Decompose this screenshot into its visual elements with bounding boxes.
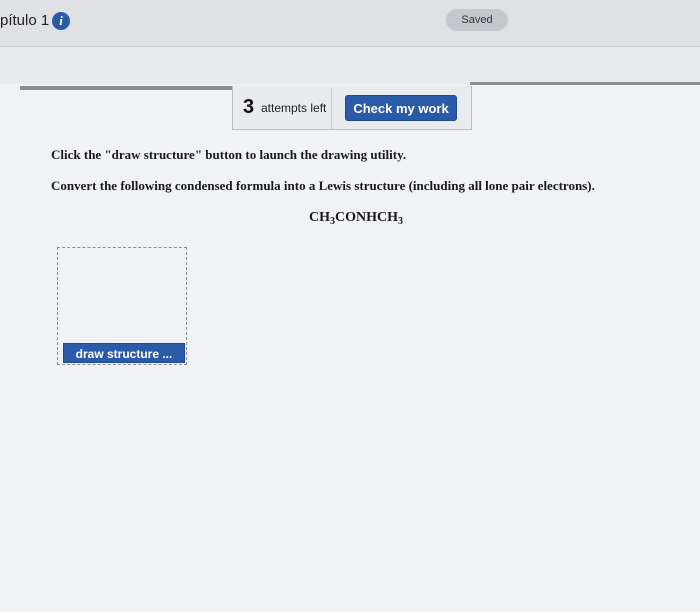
chapter-title: pítulo 1 [0,12,50,29]
saved-status-badge: Saved [446,9,508,31]
top-bar: pítulo 1 i Saved [0,0,700,47]
draw-structure-button[interactable]: draw structure ... [63,343,185,363]
formula-part: CONHCH [335,210,398,225]
instruction-convert: Convert the following condensed formula … [51,178,595,193]
divider-rule-right [470,82,700,85]
divider-rule-left [20,86,232,90]
attempts-label: attempts left [261,101,327,115]
instruction-draw: Click the "draw structure" button to lau… [51,147,407,162]
info-icon[interactable]: i [52,12,70,30]
condensed-formula: CH3CONHCH3 [309,210,403,227]
header-spacer [0,47,700,83]
formula-subscript: 3 [398,216,403,227]
attempts-count: 3 [243,96,255,118]
toolbar-divider [331,88,332,130]
check-my-work-button[interactable]: Check my work [345,95,457,121]
formula-part: CH [309,210,330,225]
